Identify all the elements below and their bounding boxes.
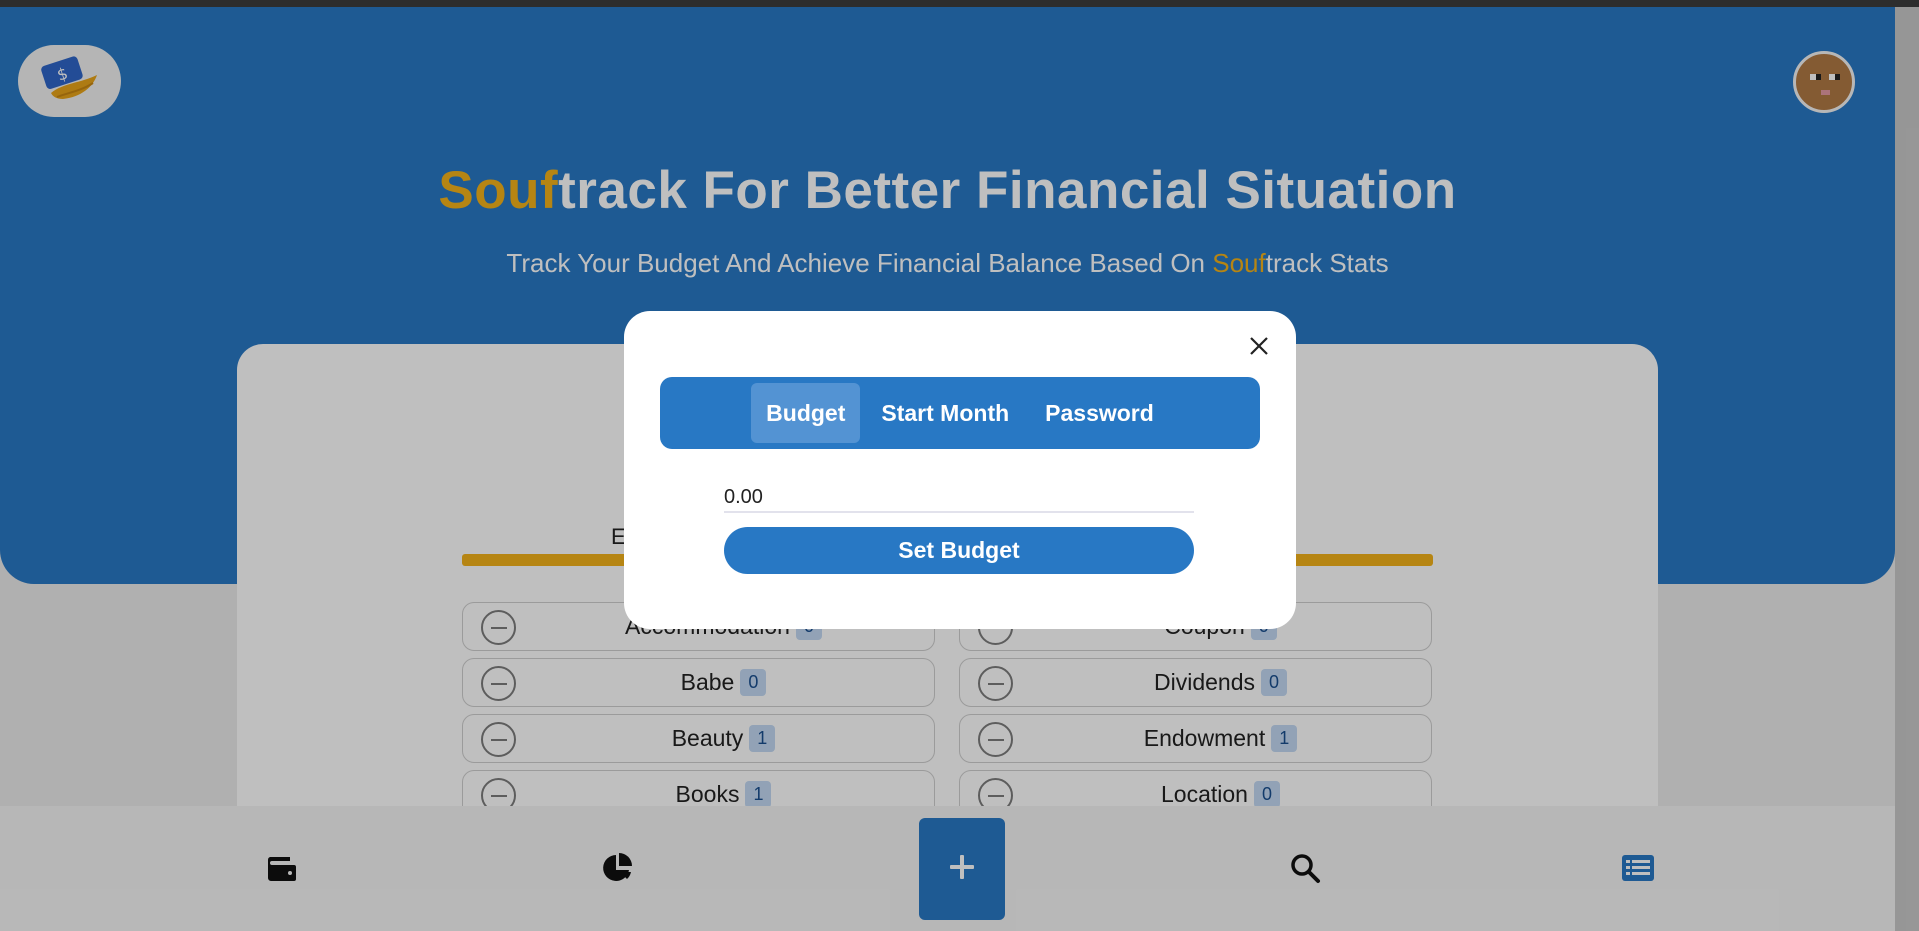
tab-password[interactable]: Password — [1030, 383, 1169, 443]
tab-start-month[interactable]: Start Month — [866, 383, 1024, 443]
tab-budget[interactable]: Budget — [751, 383, 861, 443]
budget-input[interactable] — [724, 483, 1194, 513]
modal-tab-bar: Budget Start Month Password — [660, 377, 1260, 449]
close-icon[interactable] — [1244, 331, 1274, 361]
set-budget-button[interactable]: Set Budget — [724, 527, 1194, 574]
settings-modal: Budget Start Month Password Set Budget — [624, 311, 1296, 629]
